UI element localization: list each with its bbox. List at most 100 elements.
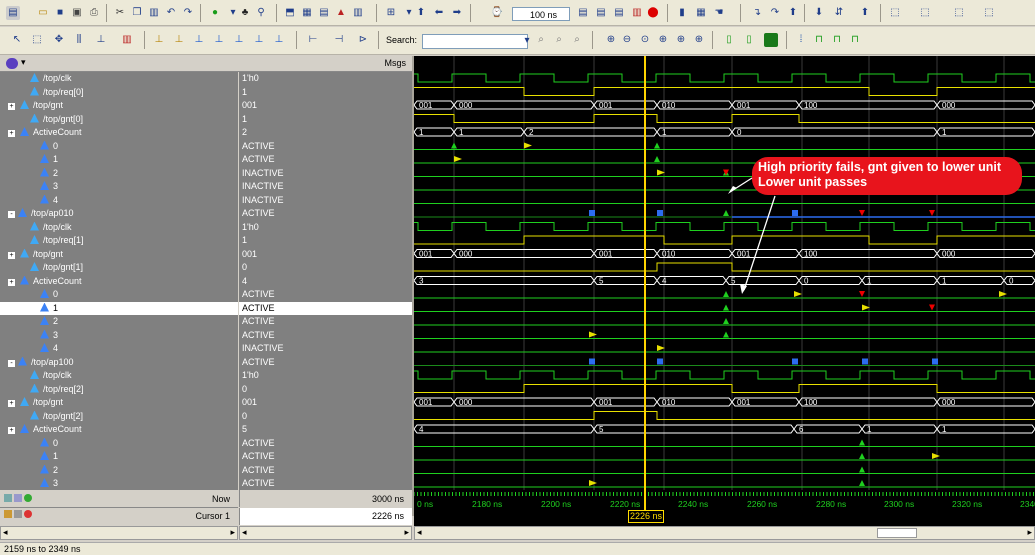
signal-value-row[interactable]: 0 (239, 410, 412, 424)
signal-name-row[interactable]: + ActiveCount (0, 126, 238, 140)
signal-name-row[interactable]: /top/req[1] (0, 234, 238, 248)
names-hscroll[interactable]: ◂ ▸ (0, 526, 238, 540)
signal-value-row[interactable]: ACTIVE (239, 464, 412, 478)
zoom-cursor-icon[interactable]: ⊕ (656, 33, 670, 47)
signal-value-row[interactable]: ACTIVE (239, 329, 412, 343)
waveform-pane[interactable]: 001 000 001 010 001 100 000 1 1 2 1 0 1 001 000 001 010 0… (414, 56, 1035, 490)
profile-icon[interactable]: ▲ (334, 6, 348, 20)
cursor-marker[interactable]: 2226 ns (628, 510, 664, 523)
edit-icon[interactable]: ⫼ (72, 33, 86, 47)
search-prev-icon[interactable]: ⌕ (534, 33, 548, 47)
signal-name-row[interactable]: /top/gnt[0] (0, 113, 238, 127)
save-icon[interactable]: ■ (53, 6, 67, 20)
run-icon[interactable]: ▤ (576, 6, 590, 20)
search-opts-icon[interactable]: ⌕ (570, 33, 584, 47)
pan-icon[interactable]: ✥ (52, 33, 66, 47)
wave-menu-icon[interactable] (6, 58, 18, 69)
compile-icon[interactable]: ▣ (70, 6, 84, 20)
cursor-lock-tools-icon[interactable] (4, 510, 34, 520)
step-over-icon[interactable]: ↷ (768, 6, 782, 20)
signal-name-row[interactable]: + /top/gnt (0, 248, 238, 262)
signal-name-row[interactable]: 4 (0, 342, 238, 356)
signal-value-row[interactable]: 1'h0 (239, 369, 412, 383)
print-icon[interactable]: ⎙ (87, 6, 101, 20)
signal-name-row[interactable]: + ActiveCount (0, 275, 238, 289)
collapse-icon[interactable]: - (8, 211, 15, 218)
signal-name-row[interactable]: 2 (0, 167, 238, 181)
event-icon[interactable]: ⊳ (356, 33, 370, 47)
signal-value-row[interactable]: 1'h0 (239, 72, 412, 86)
signal-value-row[interactable]: ACTIVE (239, 288, 412, 302)
add-log-icon[interactable]: ⬚ (952, 6, 966, 20)
signal-value-row[interactable]: INACTIVE (239, 342, 412, 356)
wave-icon[interactable]: ▥ (351, 6, 365, 20)
cursor-right-icon[interactable]: ⊥ (192, 33, 206, 47)
signal-name-row[interactable]: 2 (0, 464, 238, 478)
memory-icon[interactable]: ▤ (317, 6, 331, 20)
signal-value-row[interactable]: 0 (239, 261, 412, 275)
break-icon[interactable]: ▥ (630, 6, 644, 20)
signal-name-row[interactable]: 3 (0, 477, 238, 490)
coverage-icon[interactable]: ▦ (694, 6, 708, 20)
signal-name-row[interactable]: 1 (0, 450, 238, 464)
signal-name-row[interactable]: 0 (0, 437, 238, 451)
signal-name-row[interactable]: /top/clk (0, 72, 238, 86)
delta-icon[interactable]: ⊣ (332, 33, 346, 47)
signal-name-row[interactable]: /top/req[2] (0, 383, 238, 397)
expand-icon[interactable]: + (8, 278, 15, 286)
timeline[interactable]: 0 ns 2180 ns 2200 ns 2220 ns 2240 ns 2260 ns 2… (413, 490, 1035, 526)
signal-name-row[interactable]: 0 (0, 288, 238, 302)
add-list-icon[interactable]: ⬚ (918, 6, 932, 20)
signal-value-row[interactable]: ACTIVE (239, 477, 412, 490)
goto-icon[interactable]: ⚲ (254, 6, 268, 20)
signal-name-row[interactable]: /top/gnt[2] (0, 410, 238, 424)
zoom-full-icon[interactable]: ⊙ (638, 33, 652, 47)
signal-value-row[interactable]: 001 (239, 396, 412, 410)
wave-line-icon[interactable]: ⊓ (812, 33, 826, 47)
signal-name-row[interactable]: 1 (0, 153, 238, 167)
cursor-tools-icon[interactable] (4, 494, 34, 504)
signal-value-row[interactable]: 1 (239, 234, 412, 248)
step-icon[interactable]: ⊞ (384, 6, 398, 20)
signal-value-row[interactable]: ACTIVE (239, 315, 412, 329)
open-folder-icon[interactable]: ▭ (36, 6, 50, 20)
paste-icon[interactable]: ▥ (147, 6, 161, 20)
signal-value-row[interactable]: 0 (239, 383, 412, 397)
wave-hscroll[interactable]: ◂ ▸ (414, 526, 1035, 540)
add-icon[interactable]: ● (208, 6, 222, 20)
expand-icon[interactable]: + (8, 427, 15, 434)
cursor-delete-icon[interactable]: ⊥ (252, 33, 266, 47)
signal-value-row[interactable]: 1 (239, 113, 412, 127)
zoom-last-icon[interactable]: ⊕ (674, 33, 688, 47)
run-length-input[interactable]: 100 ns (512, 7, 570, 21)
step-into-icon[interactable]: ↴ (750, 6, 764, 20)
signal-value-row[interactable]: INACTIVE (239, 194, 412, 208)
select-pointer-icon[interactable]: ↖ (10, 33, 24, 47)
expand-time-icon[interactable]: ⊢ (306, 33, 320, 47)
search-dropdown-icon[interactable]: ▾ (520, 34, 534, 48)
signal-value-row[interactable]: ACTIVE (239, 153, 412, 167)
find-icon[interactable]: ♣ (238, 6, 252, 20)
expand-icon[interactable]: + (8, 130, 15, 137)
signal-name-row[interactable]: /top/gnt[1] (0, 261, 238, 275)
wave-line2-icon[interactable]: ⊓ (830, 33, 844, 47)
insert-cursor-icon[interactable]: ⊥ (152, 33, 166, 47)
menu-arrow-icon[interactable]: ▾ (21, 57, 26, 68)
wave-fill-icon[interactable] (764, 33, 778, 47)
collapse-icon[interactable]: - (8, 359, 15, 367)
search-next-icon[interactable]: ⌕ (552, 33, 566, 47)
signal-value-row[interactable]: INACTIVE (239, 167, 412, 181)
signal-value-row[interactable]: ACTIVE (239, 140, 412, 154)
signal-name-row[interactable]: 1 (0, 301, 238, 315)
prev-event-icon[interactable]: ⇵ (832, 6, 846, 20)
arrow-left-icon[interactable]: ⬅ (432, 6, 446, 20)
signal-value-row[interactable]: 001 (239, 99, 412, 113)
add-dataflow-icon[interactable]: ⬚ (982, 6, 996, 20)
signal-value-row[interactable]: ACTIVE (239, 207, 412, 221)
signal-value-row[interactable]: ACTIVE (239, 301, 412, 315)
signal-name-row[interactable]: 3 (0, 180, 238, 194)
signal-name-row[interactable]: 2 (0, 315, 238, 329)
redo-icon[interactable]: ↷ (181, 6, 195, 20)
cursor-left-icon[interactable]: ⊥ (172, 33, 186, 47)
cursor-name[interactable]: Cursor 1 (195, 511, 230, 521)
